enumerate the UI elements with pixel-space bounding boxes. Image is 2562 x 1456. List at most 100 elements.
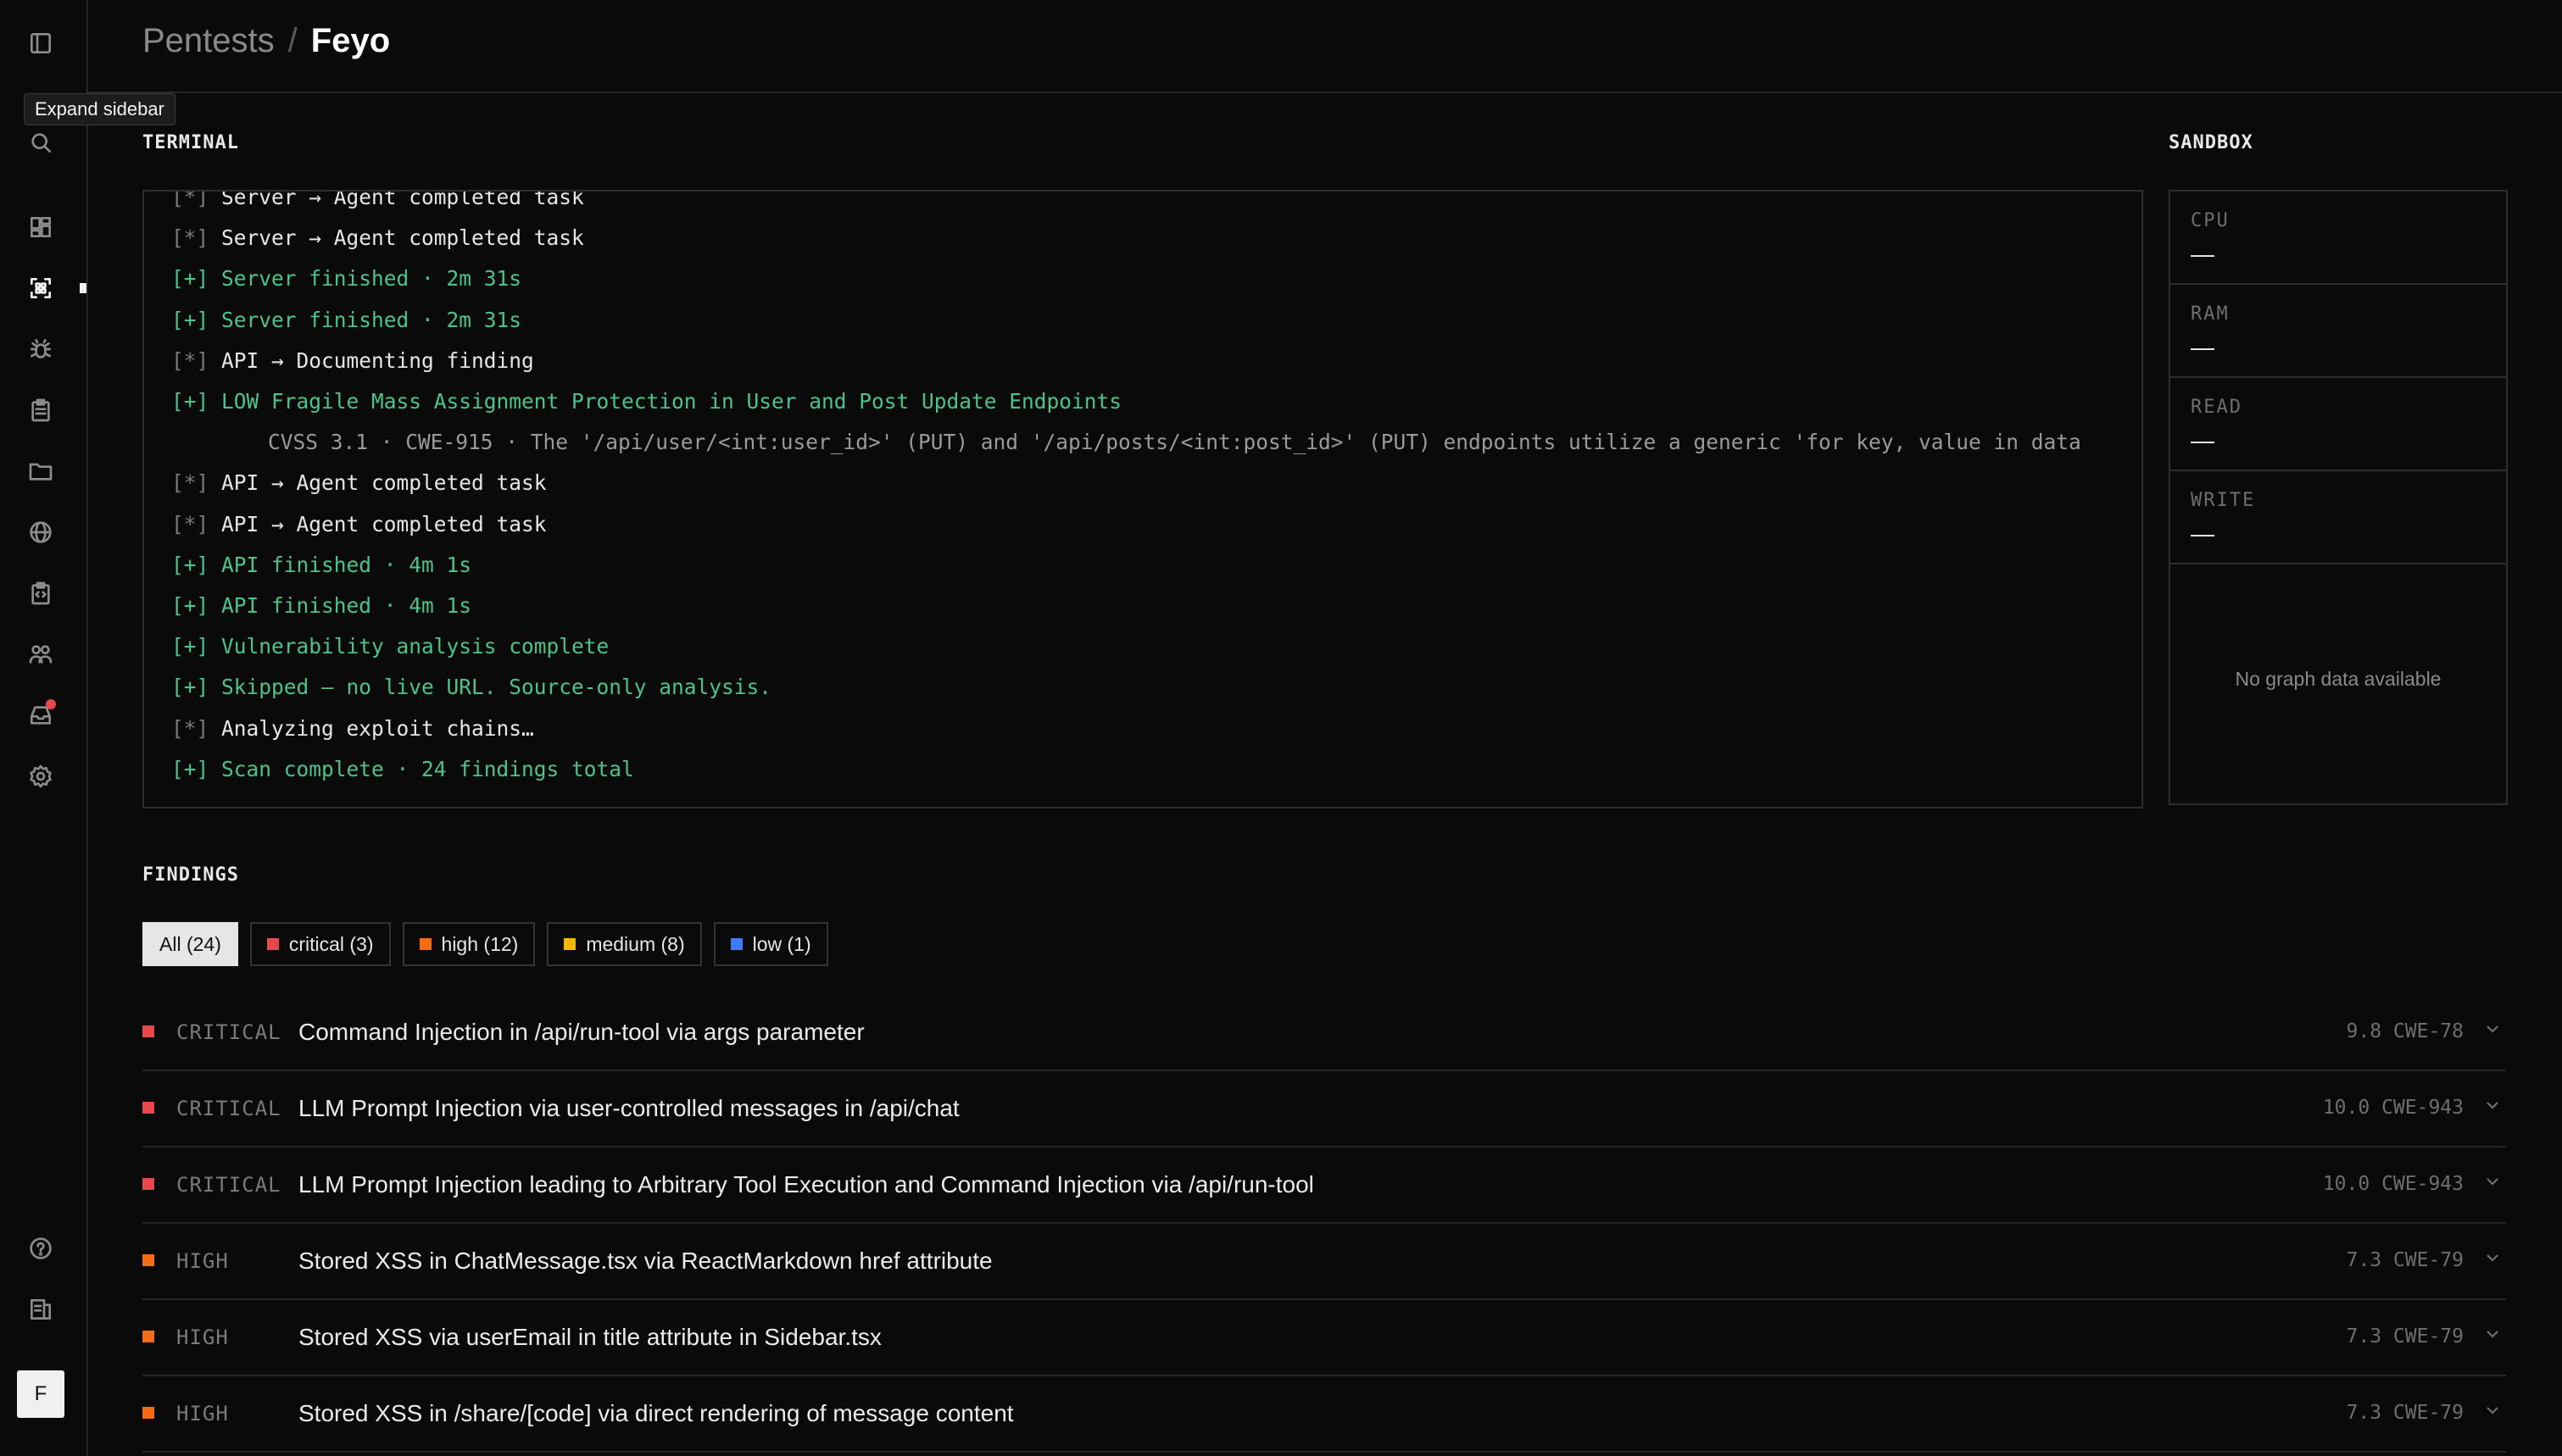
findings-list: CRITICAL Command Injection in /api/run-to… bbox=[142, 995, 2506, 1453]
cwe-id: CWE-79 bbox=[2392, 1402, 2464, 1424]
severity-swatch bbox=[419, 938, 432, 950]
terminal-label: TERMINAL bbox=[142, 132, 239, 153]
severity-indicator bbox=[142, 1178, 154, 1190]
metric-value: — bbox=[2191, 520, 2214, 547]
filter-chip[interactable]: medium (8) bbox=[547, 922, 702, 966]
cwe-id: CWE-79 bbox=[2392, 1249, 2464, 1271]
metric-ram: RAM — bbox=[2170, 285, 2506, 378]
metric-value: — bbox=[2191, 241, 2214, 267]
finding-row[interactable]: CRITICAL Command Injection in /api/run-to… bbox=[142, 995, 2506, 1071]
finding-row[interactable]: HIGH Stored XSS in ChatMessage.tsx via Re… bbox=[142, 1224, 2506, 1300]
cvss-score: 9.8 bbox=[2346, 1020, 2382, 1042]
finding-title: LLM Prompt Injection via user-controlled… bbox=[298, 1095, 960, 1121]
finding-title: LLM Prompt Injection leading to Arbitrar… bbox=[298, 1171, 1314, 1198]
finding-meta: 7.3 CWE-79 bbox=[2347, 1402, 2465, 1424]
filter-chip[interactable]: critical (3) bbox=[249, 922, 391, 966]
terminal-line: CVSS 3.1 · CWE-915 · The '/api/user/<int… bbox=[268, 430, 2081, 455]
terminal-line: [+] LOW Fragile Mass Assignment Protecti… bbox=[171, 389, 1122, 414]
filter-chip[interactable]: low (1) bbox=[713, 922, 828, 966]
severity-label: HIGH bbox=[176, 1249, 229, 1273]
severity-indicator bbox=[142, 1254, 154, 1266]
metric-value: — bbox=[2191, 427, 2214, 453]
terminal-prefix: [*] bbox=[171, 190, 209, 209]
settings-icon[interactable] bbox=[23, 759, 58, 794]
terminal-prefix: [*] bbox=[171, 470, 209, 496]
cvss-score: 7.3 bbox=[2346, 1325, 2382, 1348]
chevron-down-icon[interactable] bbox=[2482, 1095, 2506, 1119]
finding-meta: 10.0 CWE-943 bbox=[2323, 1097, 2464, 1119]
active-nav-indicator bbox=[80, 283, 86, 293]
cvss-score: 7.3 bbox=[2346, 1249, 2382, 1271]
filter-chip-label: medium (8) bbox=[586, 932, 685, 955]
severity-filter-bar: All (24) critical (3) high (12) medium (8) l… bbox=[142, 922, 828, 970]
finding-title: Stored XSS in /share/[code] via direct r… bbox=[298, 1400, 1014, 1426]
inbox-icon[interactable] bbox=[23, 697, 58, 733]
severity-label: CRITICAL bbox=[176, 1173, 281, 1197]
sidebar-toggle-icon[interactable] bbox=[23, 25, 58, 61]
metric-value: — bbox=[2191, 334, 2214, 360]
no-graph-message: No graph data available bbox=[2235, 668, 2442, 690]
terminal-prefix: [*] bbox=[171, 715, 209, 741]
filter-chip[interactable]: All (24) bbox=[142, 922, 238, 966]
help-icon[interactable] bbox=[23, 1231, 58, 1266]
chevron-down-icon[interactable] bbox=[2482, 1171, 2506, 1195]
finding-meta: 7.3 CWE-79 bbox=[2347, 1325, 2465, 1348]
page-header: Pentests / Feyo bbox=[88, 0, 2562, 93]
terminal-line: [*] Analyzing exploit chains… bbox=[171, 716, 534, 742]
cvss-score: 10.0 bbox=[2322, 1097, 2370, 1119]
metric-write: WRITE — bbox=[2170, 471, 2506, 564]
sidebar: F bbox=[0, 0, 88, 1456]
terminal-message: API → Documenting finding bbox=[221, 347, 534, 373]
filter-chip-label: All (24) bbox=[159, 932, 221, 955]
team-icon[interactable] bbox=[23, 636, 58, 672]
terminal-line: [*] Server → Agent completed task bbox=[171, 190, 584, 210]
clipboard-icon[interactable] bbox=[23, 392, 58, 428]
metric-label: RAM bbox=[2191, 303, 2230, 325]
metric-read: READ — bbox=[2170, 378, 2506, 471]
severity-swatch bbox=[564, 938, 576, 950]
breadcrumb: Pentests / Feyo bbox=[142, 22, 390, 60]
terminal-line: [+] Scan complete · 24 findings total bbox=[171, 756, 634, 781]
cvss-score: 10.0 bbox=[2322, 1173, 2370, 1195]
code-report-icon[interactable] bbox=[23, 575, 58, 611]
avatar[interactable]: F bbox=[17, 1370, 64, 1418]
chevron-down-icon[interactable] bbox=[2482, 1324, 2506, 1348]
terminal-output[interactable]: [*] Server → Agent completed task [*] Ser… bbox=[142, 190, 2143, 809]
finding-meta: 9.8 CWE-78 bbox=[2347, 1020, 2465, 1042]
terminal-line: [+] Skipped — no live URL. Source-only a… bbox=[171, 675, 772, 700]
dashboard-icon[interactable] bbox=[23, 209, 58, 245]
docs-icon[interactable] bbox=[23, 1292, 58, 1327]
folder-icon[interactable] bbox=[23, 453, 58, 489]
chevron-down-icon[interactable] bbox=[2482, 1019, 2506, 1042]
finding-row[interactable]: CRITICAL LLM Prompt Injection leading to … bbox=[142, 1148, 2506, 1224]
scan-icon[interactable] bbox=[23, 270, 58, 306]
finding-row[interactable]: CRITICAL LLM Prompt Injection via user-co… bbox=[142, 1071, 2506, 1148]
severity-label: HIGH bbox=[176, 1402, 229, 1425]
terminal-line: [+] API finished · 4m 1s bbox=[171, 552, 472, 577]
filter-chip[interactable]: high (12) bbox=[402, 922, 536, 966]
terminal-line: [+] Server finished · 2m 31s bbox=[171, 307, 522, 332]
cwe-id: CWE-943 bbox=[2381, 1097, 2464, 1119]
filter-chip-label: critical (3) bbox=[288, 932, 374, 955]
severity-indicator bbox=[142, 1407, 154, 1419]
severity-label: CRITICAL bbox=[176, 1020, 281, 1044]
filter-chip-label: low (1) bbox=[752, 932, 811, 955]
terminal-prefix: [*] bbox=[171, 511, 209, 536]
bug-icon[interactable] bbox=[23, 331, 58, 367]
terminal-line: [+] Vulnerability analysis complete bbox=[171, 634, 610, 659]
finding-row[interactable]: HIGH Stored XSS in /share/[code] via dire… bbox=[142, 1376, 2506, 1453]
finding-title: Stored XSS in ChatMessage.tsx via ReactM… bbox=[298, 1248, 993, 1274]
terminal-message: API → Agent completed task bbox=[221, 470, 547, 496]
metric-cpu: CPU — bbox=[2170, 192, 2506, 285]
terminal-prefix: [*] bbox=[171, 225, 209, 251]
search-icon[interactable] bbox=[23, 125, 58, 160]
chevron-down-icon[interactable] bbox=[2482, 1400, 2506, 1424]
terminal-line: [+] Server finished · 2m 31s bbox=[171, 266, 522, 292]
finding-row[interactable]: HIGH Stored XSS via userEmail in title at… bbox=[142, 1300, 2506, 1376]
terminal-message: Server → Agent completed task bbox=[221, 190, 584, 209]
chevron-down-icon[interactable] bbox=[2482, 1248, 2506, 1271]
severity-indicator bbox=[142, 1331, 154, 1342]
breadcrumb-pentests-link[interactable]: Pentests bbox=[142, 22, 275, 59]
terminal-line: [*] Server → Agent completed task bbox=[171, 225, 584, 251]
globe-icon[interactable] bbox=[23, 514, 58, 550]
